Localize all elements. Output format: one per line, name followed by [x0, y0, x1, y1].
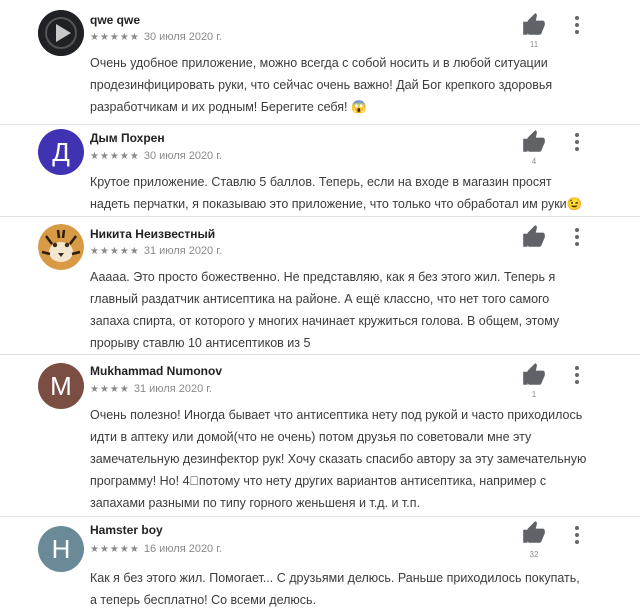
review-text: Крутое приложение. Ставлю 5 баллов. Тепе…	[90, 175, 583, 211]
review-text: Очень полезно! Иногда бывает что антисеп…	[90, 408, 587, 510]
divider	[0, 516, 640, 517]
thumbs-up-icon	[523, 363, 545, 385]
thumbs-up-button[interactable]	[521, 224, 547, 250]
review-meta: ★★★★★ 30 июля 2020 г.	[90, 150, 222, 162]
likes-count: 1	[531, 390, 537, 399]
review-author: Никита Неизвестный	[90, 227, 216, 241]
more-vert-icon	[575, 133, 579, 137]
review-author: Hamster boy	[90, 523, 163, 537]
review-meta: ★★★★ 31 июля 2020 г.	[90, 383, 212, 395]
more-options-button[interactable]	[570, 364, 584, 386]
divider	[0, 124, 640, 125]
review-author: qwe qwe	[90, 13, 141, 27]
review-meta: ★★★★★ 30 июля 2020 г.	[90, 31, 222, 43]
review-text: Как я без этого жил. Помогает... С друзь…	[90, 571, 580, 607]
more-vert-icon	[575, 526, 579, 530]
review-author: Mukhammad Numonov	[90, 364, 223, 378]
more-options-button[interactable]	[570, 524, 584, 546]
avatar[interactable]	[38, 10, 84, 56]
review-date: 30 июля 2020 г.	[143, 31, 222, 43]
likes-count: 4	[531, 157, 537, 166]
avatar[interactable]: H	[38, 526, 84, 572]
review-date: 31 июля 2020 г.	[143, 245, 222, 257]
likes-count: 32	[529, 550, 539, 559]
more-vert-icon	[575, 366, 579, 370]
review-meta: ★★★★★ 16 июля 2020 г.	[90, 543, 222, 555]
rating-stars: ★★★★★	[90, 32, 140, 43]
thumbs-up-icon	[523, 130, 545, 152]
thumbs-up-button[interactable]	[521, 12, 547, 38]
avatar[interactable]	[38, 224, 84, 270]
rating-stars: ★★★★★	[90, 246, 140, 257]
avatar-letter: Д	[52, 136, 70, 167]
more-vert-icon	[575, 16, 579, 20]
thumbs-up-button[interactable]	[521, 362, 547, 388]
rating-stars: ★★★★	[90, 384, 130, 395]
thumbs-up-button[interactable]	[521, 520, 547, 546]
review-date: 16 июля 2020 г.	[143, 543, 222, 555]
rating-stars: ★★★★★	[90, 151, 140, 162]
avatar[interactable]: M	[38, 363, 84, 409]
more-options-button[interactable]	[570, 14, 584, 36]
review-date: 30 июля 2020 г.	[143, 150, 222, 162]
review-text: Очень удобное приложение, можно всегда с…	[90, 56, 553, 114]
avatar[interactable]: Д	[38, 129, 84, 175]
thumbs-up-icon	[523, 13, 545, 35]
divider	[0, 216, 640, 217]
review-text: Ааааа. Это просто божественно. Не предст…	[90, 270, 560, 350]
more-options-button[interactable]	[570, 131, 584, 153]
avatar-letter: M	[50, 370, 72, 401]
more-options-button[interactable]	[570, 226, 584, 248]
avatar-letter: H	[51, 533, 71, 564]
thumbs-up-icon	[523, 225, 545, 247]
review-meta: ★★★★★ 31 июля 2020 г.	[90, 245, 222, 257]
thumbs-up-button[interactable]	[521, 129, 547, 155]
divider	[0, 354, 640, 355]
more-vert-icon	[575, 228, 579, 232]
likes-count: 11	[529, 40, 539, 49]
rating-stars: ★★★★★	[90, 544, 140, 555]
thumbs-up-icon	[523, 521, 545, 543]
tiger-avatar-icon	[38, 224, 84, 270]
review-date: 31 июля 2020 г.	[133, 383, 212, 395]
play-logo-icon	[38, 10, 84, 56]
review-author: Дым Похрен	[90, 131, 165, 145]
